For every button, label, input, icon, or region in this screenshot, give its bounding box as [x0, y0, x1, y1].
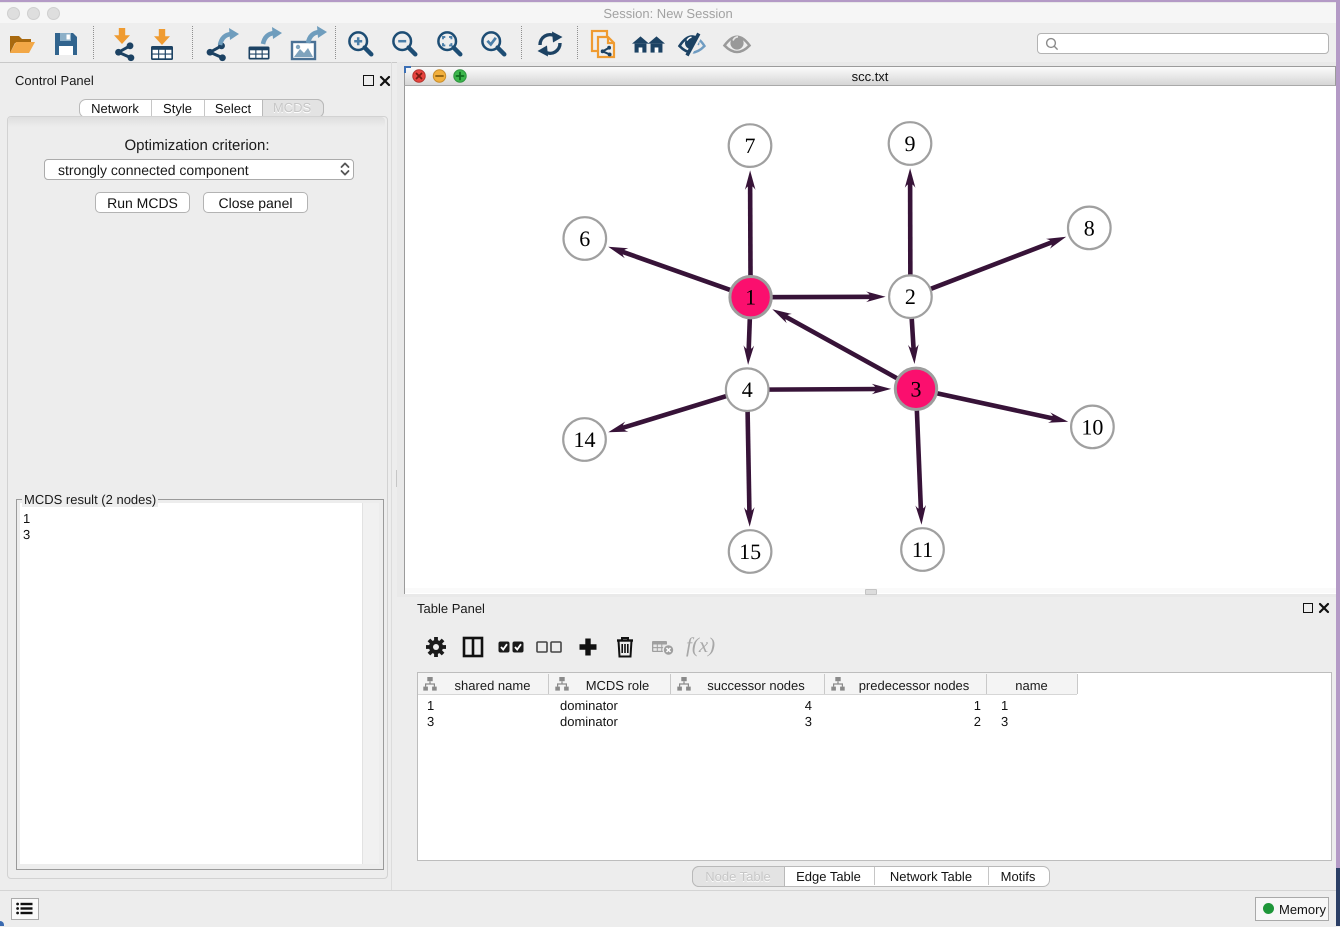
svg-text:10: 10: [1081, 414, 1103, 439]
svg-text:8: 8: [1084, 215, 1095, 240]
svg-text:3: 3: [911, 376, 922, 401]
svg-text:4: 4: [742, 377, 753, 402]
svg-text:6: 6: [579, 226, 590, 251]
svg-text:7: 7: [745, 133, 756, 158]
svg-text:2: 2: [905, 284, 916, 309]
svg-text:9: 9: [905, 131, 916, 156]
svg-text:1: 1: [745, 285, 756, 310]
svg-text:15: 15: [739, 539, 761, 564]
svg-text:14: 14: [574, 427, 596, 452]
svg-text:11: 11: [912, 537, 933, 562]
